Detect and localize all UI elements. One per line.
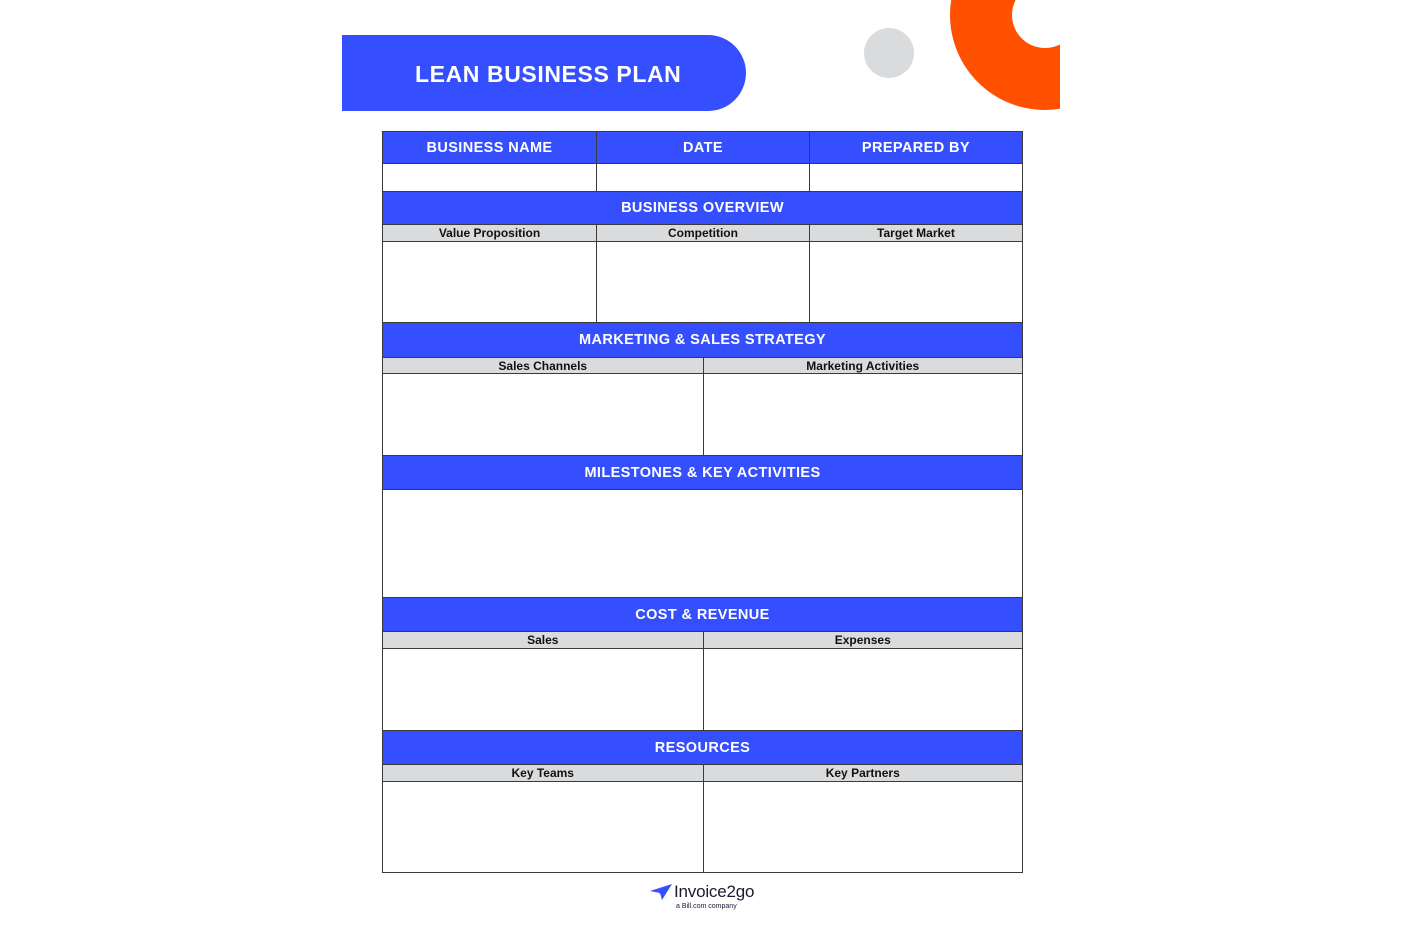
marketing-activities-field[interactable] [702,374,1023,455]
section-header-marketing-sales: MARKETING & SALES STRATEGY [382,322,1023,357]
header-business-name: BUSINESS NAME [426,139,553,156]
header-row: BUSINESS NAME DATE PREPARED BY [382,131,1023,163]
subheader-marketing-activities: Marketing Activities [702,358,1023,373]
invoice2go-logo: Invoice2go a Bill.com company [650,882,760,916]
header-date: DATE [595,132,809,163]
subheader-expenses: Expenses [702,632,1023,648]
header-prepared-by: PREPARED BY [808,132,1022,163]
table-bottom-border [382,872,1023,873]
subheader-row-cost-revenue: Sales Expenses [382,631,1023,648]
orange-ring-decoration [950,0,1060,110]
key-partners-field[interactable] [702,782,1023,872]
subheader-key-teams: Key Teams [511,766,574,780]
title-banner: LEAN BUSINESS PLAN [342,35,746,111]
section-header-resources: RESOURCES [382,730,1023,764]
section-title: MARKETING & SALES STRATEGY [579,332,826,348]
expenses-field[interactable] [702,649,1023,730]
subheader-row-resources: Key Teams Key Partners [382,764,1023,781]
body-row-business-overview [382,241,1023,322]
prepared-by-field[interactable] [808,164,1022,191]
subheader-key-partners: Key Partners [702,765,1023,781]
subheader-sales: Sales [527,633,559,647]
sales-channels-field[interactable] [383,374,703,455]
brand-tagline: a Bill.com company [676,903,737,910]
subheader-row-business-overview: Value Proposition Competition Target Mar… [382,224,1023,241]
key-teams-field[interactable] [383,782,703,872]
body-row-milestones [382,489,1023,597]
body-row-resources [382,781,1023,872]
subheader-target-market: Target Market [808,225,1022,241]
subheader-row-marketing-sales: Sales Channels Marketing Activities [382,357,1023,373]
section-header-milestones: MILESTONES & KEY ACTIVITIES [382,455,1023,489]
section-title: MILESTONES & KEY ACTIVITIES [584,464,821,481]
subheader-competition: Competition [595,225,809,241]
section-title: RESOURCES [654,739,751,756]
milestones-field[interactable] [383,490,1022,597]
lean-business-plan-page: LEAN BUSINESS PLAN BUSINESS NAME DATE PR… [0,0,1402,928]
date-field[interactable] [595,164,809,191]
section-title: COST & REVENUE [635,606,770,623]
subheader-sales-channels: Sales Channels [498,358,588,373]
header-values-row [382,163,1023,191]
section-header-business-overview: BUSINESS OVERVIEW [382,191,1023,224]
brand-name: Invoice2go [674,882,755,901]
body-row-marketing-sales [382,373,1023,455]
sales-field[interactable] [383,649,703,730]
paper-plane-icon [650,884,672,900]
target-market-field[interactable] [808,242,1022,322]
competition-field[interactable] [595,242,809,322]
section-header-cost-revenue: COST & REVENUE [382,597,1023,631]
business-name-field[interactable] [383,164,596,191]
document-title: LEAN BUSINESS PLAN [415,61,682,87]
grey-circle-decoration [864,28,914,78]
subheader-value-proposition: Value Proposition [438,226,541,240]
body-row-cost-revenue [382,648,1023,730]
section-title: BUSINESS OVERVIEW [621,200,784,216]
value-proposition-field[interactable] [383,242,596,322]
